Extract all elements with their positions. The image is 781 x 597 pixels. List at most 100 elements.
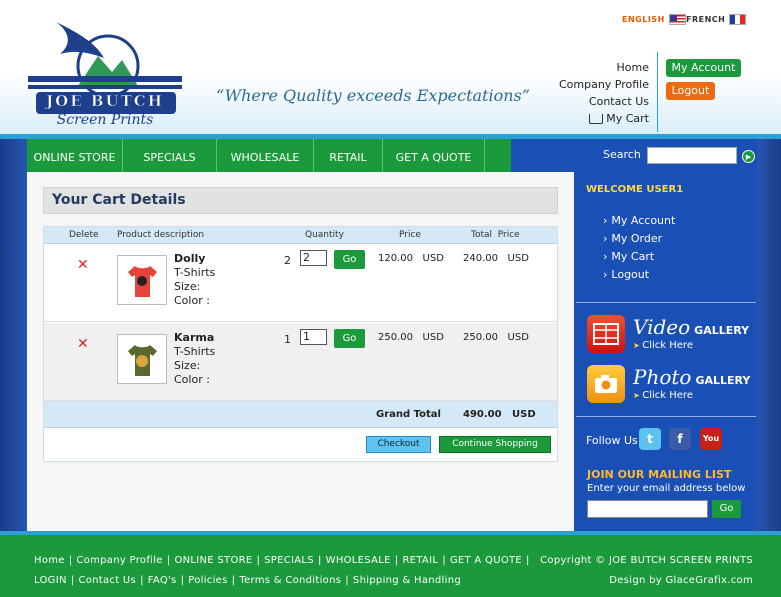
product-size: Size:: [174, 359, 201, 372]
nav-specials[interactable]: SPECIALS: [123, 139, 217, 172]
video-gallery-icon[interactable]: [587, 315, 625, 353]
video-click-here[interactable]: Click Here: [633, 340, 693, 351]
top-link-my-cart[interactable]: My Cart: [559, 110, 649, 127]
product-name[interactable]: Dolly: [174, 252, 205, 265]
footer-link-terms[interactable]: Terms & Conditions: [239, 575, 341, 586]
product-thumbnail[interactable]: [117, 334, 167, 384]
sidebar-item-my-cart[interactable]: My Cart: [603, 250, 654, 263]
line-total: 240.00 USD: [463, 253, 529, 264]
top-link-contact-us[interactable]: Contact Us: [559, 93, 649, 110]
tagline: “Where Quality exceeds Expectations”: [216, 86, 530, 105]
footer-link-company-profile[interactable]: Company Profile: [76, 555, 162, 566]
nav-get-a-quote[interactable]: GET A QUOTE: [383, 139, 485, 172]
logo-subtitle: Screen Prints: [56, 112, 154, 128]
logout-button[interactable]: Logout: [666, 82, 715, 100]
photo-click-here[interactable]: Click Here: [633, 390, 693, 401]
mailing-list-title: JOIN OUR MAILING LIST: [587, 468, 732, 481]
header-quantity: Quantity: [305, 230, 344, 240]
footer-link-contact-us[interactable]: Contact Us: [78, 575, 136, 586]
footer-link-login[interactable]: LOGIN: [34, 575, 67, 586]
current-quantity: 1: [284, 333, 291, 346]
video-word: Video: [633, 315, 691, 339]
tshirt-icon: [128, 266, 157, 297]
footer-link-specials[interactable]: SPECIALS: [264, 555, 314, 566]
tshirt-icon: [128, 345, 157, 376]
nav-retail[interactable]: RETAIL: [314, 139, 383, 172]
footer-link-faqs[interactable]: FAQ's: [148, 575, 177, 586]
photo-gallery-title[interactable]: Photo GALLERY: [633, 365, 750, 389]
footer: Home | Company Profile | ONLINE STORE | SPECIA…: [0, 535, 781, 597]
footer-link-home[interactable]: Home: [34, 555, 65, 566]
gallery-word: GALLERY: [695, 374, 751, 387]
header-total: Total Price: [471, 230, 520, 240]
header-separator: [657, 52, 658, 132]
footer-link-retail[interactable]: RETAIL: [402, 555, 438, 566]
grand-total-label: Grand Total: [376, 409, 441, 420]
sidebar-item-logout[interactable]: Logout: [603, 268, 649, 281]
logo-text: JOE BUTCH: [46, 92, 164, 111]
my-account-button[interactable]: My Account: [666, 59, 741, 77]
header-product: Product description: [117, 230, 205, 240]
sidebar-divider: [576, 302, 756, 303]
product-type: T-Shirts: [174, 266, 216, 279]
checkout-button[interactable]: Checkout: [366, 436, 431, 453]
unit-price: 120.00 USD: [378, 253, 444, 264]
header-delete: Delete: [69, 230, 99, 240]
right-band: [757, 139, 781, 531]
footer-link-policies[interactable]: Policies: [188, 575, 227, 586]
quantity-input[interactable]: 1: [300, 329, 327, 345]
sidebar-divider: [576, 416, 756, 417]
search-label: Search: [603, 148, 641, 161]
lang-french[interactable]: FRENCH: [686, 14, 747, 25]
table-row: ✕ Dolly T-Shirts Size: Color : 2 2 Go 12…: [44, 244, 557, 322]
top-link-home[interactable]: Home: [559, 59, 649, 76]
lang-english-label: ENGLISH: [622, 15, 665, 24]
footer-link-get-a-quote[interactable]: GET A QUOTE: [450, 555, 522, 566]
line-total: 250.00 USD: [463, 332, 529, 343]
photo-word: Photo: [633, 365, 692, 389]
email-field[interactable]: [587, 500, 708, 518]
continue-shopping-button[interactable]: Continue Shopping: [439, 436, 551, 453]
top-link-company-profile[interactable]: Company Profile: [559, 76, 649, 93]
cart-title: Your Cart Details: [43, 187, 558, 214]
search-go-icon[interactable]: ▶: [742, 150, 755, 163]
designer-credit[interactable]: Design by GlaceGrafix.com: [609, 575, 753, 586]
search-input[interactable]: [647, 147, 737, 164]
delete-icon[interactable]: ✕: [77, 257, 89, 273]
footer-link-wholesale[interactable]: WHOLESALE: [326, 555, 391, 566]
grand-total-value: 490.00 USD: [463, 409, 536, 420]
footer-links-row1: Home | Company Profile | ONLINE STORE | SPECIA…: [34, 555, 530, 566]
nav-online-store[interactable]: ONLINE STORE: [27, 139, 123, 172]
update-quantity-button[interactable]: Go: [334, 329, 365, 348]
welcome-heading: WELCOME USER1: [586, 184, 684, 195]
copyright: Copyright © JOE BUTCH SCREEN PRINTS: [540, 555, 753, 566]
product-thumbnail[interactable]: [117, 255, 167, 305]
youtube-icon[interactable]: You: [700, 428, 722, 450]
photo-gallery-icon[interactable]: [587, 365, 625, 403]
quantity-input[interactable]: 2: [300, 250, 327, 266]
us-flag-icon: [668, 14, 686, 25]
product-name[interactable]: Karma: [174, 331, 214, 344]
product-color: Color :: [174, 294, 210, 307]
current-quantity: 2: [284, 254, 291, 267]
sidebar-item-my-order[interactable]: My Order: [603, 232, 662, 245]
footer-link-shipping[interactable]: Shipping & Handling: [353, 575, 461, 586]
lang-english[interactable]: ENGLISH: [622, 14, 686, 25]
sidebar-item-my-account[interactable]: My Account: [603, 214, 675, 227]
facebook-icon[interactable]: f: [669, 428, 691, 450]
gallery-word: GALLERY: [694, 324, 750, 337]
france-flag-icon: [729, 14, 747, 25]
product-size: Size:: [174, 280, 201, 293]
cart-icon: [589, 114, 604, 124]
grand-total-row: Grand Total 490.00 USD: [44, 401, 557, 428]
product-color: Color :: [174, 373, 210, 386]
footer-links-row2: LOGIN | Contact Us | FAQ's | Policies | Terms & …: [34, 575, 461, 586]
mailing-go-button[interactable]: Go: [712, 500, 741, 518]
delete-icon[interactable]: ✕: [77, 336, 89, 352]
footer-link-online-store[interactable]: ONLINE STORE: [174, 555, 252, 566]
update-quantity-button[interactable]: Go: [334, 250, 365, 269]
video-gallery-title[interactable]: Video GALLERY: [633, 315, 749, 339]
twitter-icon[interactable]: t: [639, 428, 661, 450]
header-price: Price: [399, 230, 421, 240]
nav-wholesale[interactable]: WHOLESALE: [217, 139, 314, 172]
